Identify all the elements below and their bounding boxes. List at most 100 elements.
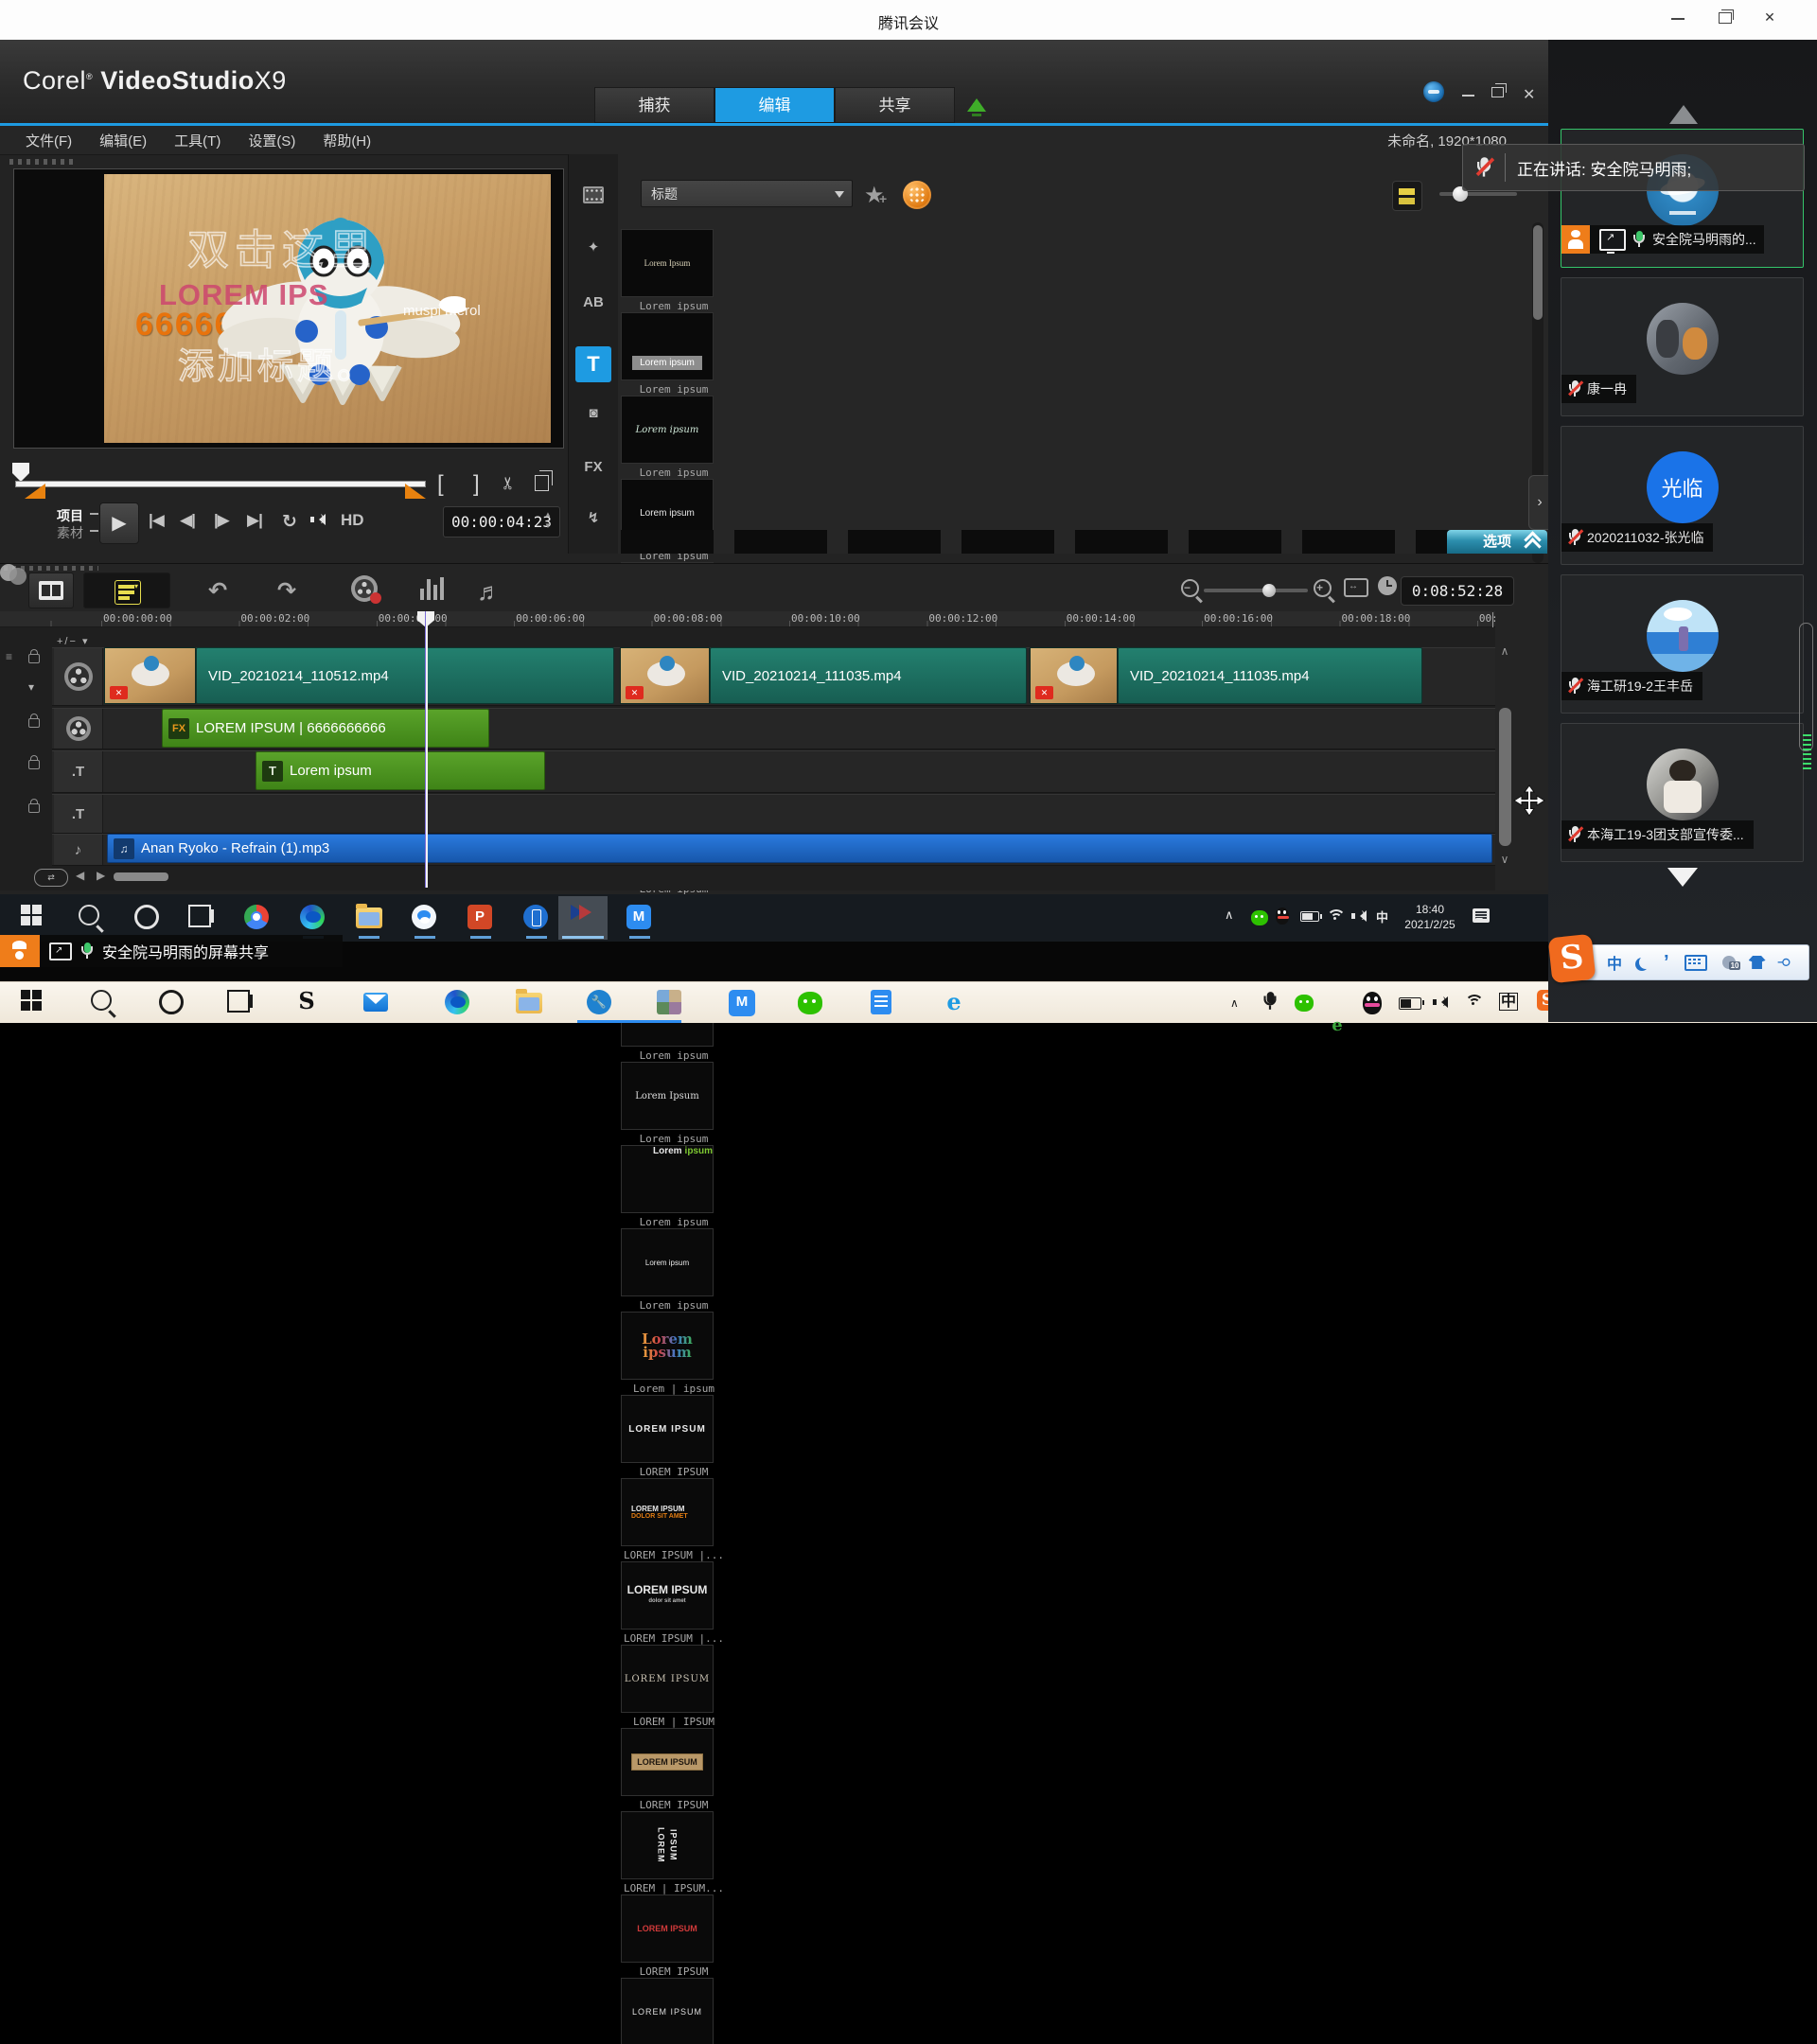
template-thumbnail[interactable]: LOREM IPSUMdolor sit amet: [621, 1561, 714, 1630]
volume-icon[interactable]: ): [1433, 996, 1448, 1009]
zoom-in-icon[interactable]: +: [1314, 579, 1332, 597]
share-upload-icon[interactable]: [967, 89, 986, 117]
ie-icon[interactable]: e: [942, 990, 966, 1014]
tool-icon[interactable]: 🔧: [587, 990, 613, 1016]
timeline-playhead-line[interactable]: [426, 611, 428, 888]
next-frame-button[interactable]: |▶: [214, 511, 229, 530]
record-capture-icon[interactable]: [351, 575, 378, 602]
template-thumbnail[interactable]: Lorem ipsum: [621, 1228, 714, 1296]
workspace-tab[interactable]: 共享: [835, 87, 955, 123]
videostudio-taskbar-icon[interactable]: [571, 905, 597, 931]
browser-q-icon[interactable]: [412, 905, 438, 931]
timeline-vscrollbar[interactable]: [1499, 708, 1511, 846]
battery-icon[interactable]: [1300, 911, 1319, 922]
title-template[interactable]: LOREM IPSUMdolor sit amet LOREM IPSUM |.…: [621, 1561, 734, 1645]
start-button[interactable]: [21, 905, 47, 931]
soft-keyboard-icon[interactable]: [1685, 955, 1707, 971]
timecode-spinner[interactable]: ▲▼: [542, 509, 554, 534]
video-clip-thumbnail[interactable]: ✕: [620, 647, 710, 704]
vs-close-button[interactable]: ✕: [1523, 85, 1535, 104]
template-thumbnail[interactable]: LOREM IPSUMDOLOR SIT AMET: [621, 1478, 714, 1546]
scroll-left-button[interactable]: ◀: [76, 869, 84, 882]
participant-tile[interactable]: 康一冉: [1561, 277, 1804, 416]
meeting-taskbar-icon[interactable]: M: [729, 990, 755, 1016]
volume-icon[interactable]: ): [1351, 909, 1367, 923]
zoom-out-icon[interactable]: −: [1181, 579, 1199, 597]
video-clip-thumbnail[interactable]: ✕: [1030, 647, 1118, 704]
timeline-hscrollbar[interactable]: [114, 872, 168, 881]
motion-category-icon[interactable]: ↯: [578, 506, 609, 531]
template-thumbnail[interactable]: Lorem Ipsum: [621, 229, 714, 297]
title-template[interactable]: Lorem Ipsum Lorem ipsum: [621, 1062, 734, 1145]
wifi-icon[interactable]: [1327, 909, 1344, 923]
template-thumbnail[interactable]: Loremipsum: [621, 1312, 714, 1380]
title-template[interactable]: Loremipsum Lorem ipsum: [621, 1145, 734, 1228]
file-explorer-icon[interactable]: [516, 990, 542, 1016]
title-track-2[interactable]: .T: [52, 794, 1495, 834]
add-favorite-icon[interactable]: ★+: [864, 182, 885, 209]
go-start-button[interactable]: |◀: [149, 511, 164, 530]
scroll-down-button[interactable]: ∨: [1497, 852, 1512, 867]
music-clip[interactable]: ♫ Anan Ryoko - Refrain (1).mp3: [107, 834, 1492, 863]
start-button[interactable]: [21, 990, 47, 1016]
sidebar-scrollbar[interactable]: [1799, 623, 1813, 751]
title-clip[interactable]: T Lorem ipsum: [256, 751, 545, 790]
prev-frame-button[interactable]: ◀|: [180, 511, 195, 530]
instant-project-icon[interactable]: ✦: [578, 236, 609, 260]
enlarge-preview-button[interactable]: [535, 475, 549, 491]
video-clip[interactable]: VID_20210214_110512.mp4: [196, 647, 614, 704]
sogou-logo-icon[interactable]: S: [1548, 934, 1596, 984]
title-clip-fx[interactable]: FX LOREM IPSUM | 6666666666: [162, 709, 489, 748]
title-template[interactable]: LOREM IPSUMDOLOR SIT AMET LOREM IPSUM |.…: [621, 1478, 734, 1561]
template-thumbnail[interactable]: Lorem Ipsum: [621, 1062, 714, 1130]
wechat-icon[interactable]: [798, 990, 824, 1016]
task-view-icon[interactable]: [227, 990, 254, 1016]
vs-minimize-button[interactable]: [1462, 95, 1474, 97]
close-button[interactable]: ✕: [1762, 9, 1777, 25]
title-template[interactable]: LOREM IPSUM LOREM IPSUM: [621, 1728, 734, 1811]
sogou-icon[interactable]: S: [295, 990, 318, 1013]
participant-tile[interactable]: 海工研19-2王丰岳: [1561, 574, 1804, 714]
track-lock-icon[interactable]: [28, 718, 40, 728]
template-thumbnail[interactable]: LOREM IPSUM: [621, 1894, 714, 1963]
mode-clip-label[interactable]: 素材: [57, 523, 83, 542]
preview-scrubber[interactable]: [15, 481, 426, 487]
title-template[interactable]: Loremipsum Lorem | ipsum: [621, 1312, 734, 1395]
action-center-icon[interactable]: [1473, 908, 1490, 923]
mail-icon[interactable]: [363, 990, 390, 1016]
minimize-button[interactable]: [1671, 18, 1685, 20]
volume-button[interactable]: ): [310, 513, 326, 531]
edge-icon[interactable]: [445, 990, 471, 1016]
template-thumbnail[interactable]: LOREM IPSUM: [621, 1978, 714, 2044]
qq-tray-icon[interactable]: [1363, 991, 1382, 1014]
cortana-icon[interactable]: [159, 990, 185, 1016]
chrome-icon[interactable]: [244, 905, 271, 931]
wechat-tray-icon[interactable]: [1251, 908, 1268, 925]
trim-end-handle[interactable]: [405, 484, 426, 499]
video-clip[interactable]: VID_20210214_111035.mp4: [710, 647, 1027, 704]
title-template[interactable]: LOREM IPSUM LOREM | IPSUM: [621, 1645, 734, 1728]
menu-item[interactable]: 工具(T): [174, 131, 221, 150]
maximize-button[interactable]: [1719, 12, 1732, 24]
track-list-icon[interactable]: ≡: [6, 650, 12, 663]
go-end-button[interactable]: ▶|: [247, 511, 262, 530]
tray-chevron-icon[interactable]: ∧: [1225, 907, 1234, 923]
video-track-header[interactable]: [54, 648, 103, 705]
workspace-tab[interactable]: 编辑: [714, 87, 835, 123]
trim-start-handle[interactable]: [25, 484, 45, 499]
file-explorer-icon[interactable]: [356, 905, 382, 931]
title-template[interactable]: Lorem Ipsum Lorem ipsum: [621, 229, 734, 312]
video-clip-thumbnail[interactable]: ✕: [104, 647, 196, 704]
repeat-button[interactable]: ↻: [282, 511, 296, 533]
list-view-button[interactable]: [1392, 181, 1422, 211]
timeline-ruler[interactable]: 00:00:00:0000:00:02:0000:00:04:0000:00:0…: [0, 611, 1495, 627]
timeline-timecode[interactable]: 0:08:52:28: [1401, 576, 1514, 606]
ime-lang-icon[interactable]: 中: [1376, 907, 1388, 925]
template-thumbnail[interactable]: LOREM IPSUM: [621, 1728, 714, 1796]
scroll-up-button[interactable]: ∧: [1497, 643, 1512, 659]
cortana-icon[interactable]: [134, 905, 161, 931]
ie-tray-icon[interactable]: e: [1327, 1015, 1348, 1036]
search-icon[interactable]: [79, 905, 105, 931]
ime-lang-icon[interactable]: 中: [1607, 951, 1622, 974]
photos-icon[interactable]: [657, 990, 683, 1016]
